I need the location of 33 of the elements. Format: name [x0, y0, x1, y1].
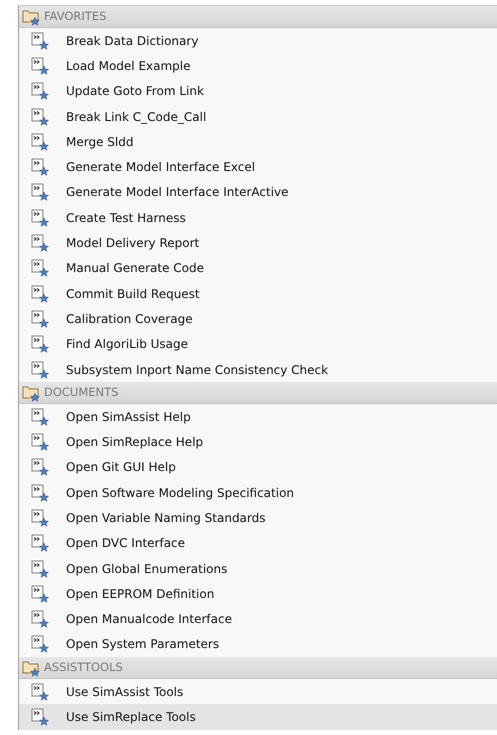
folder-star-icon	[22, 658, 41, 677]
command-star-icon	[31, 408, 49, 426]
command-star-icon	[31, 484, 49, 502]
command-star-icon	[31, 433, 49, 452]
command-star-icon	[31, 610, 49, 628]
command-star-icon	[31, 32, 49, 50]
command-star-icon	[31, 284, 49, 303]
command-star-icon	[31, 635, 49, 654]
command-star-icon	[31, 234, 49, 252]
command-star-icon	[31, 360, 49, 378]
menu-item[interactable]: Use SimReplace Tools	[19, 704, 497, 730]
command-star-icon	[31, 208, 49, 227]
command-star-icon	[31, 183, 49, 202]
command-star-icon	[31, 158, 49, 176]
section-title: ASSISTTOOLS	[44, 659, 123, 676]
command-star-icon	[31, 108, 49, 126]
command-star-icon	[31, 82, 49, 100]
section-title: FAVORITES	[44, 8, 106, 25]
command-star-icon	[31, 584, 49, 603]
command-star-icon	[31, 132, 49, 151]
command-star-icon	[31, 335, 49, 354]
command-star-icon	[31, 56, 49, 75]
folder-star-icon	[22, 8, 41, 26]
command-star-icon	[31, 708, 49, 726]
command-star-icon	[31, 682, 49, 701]
command-star-icon	[31, 508, 49, 527]
section-title: DOCUMENTS	[44, 384, 118, 402]
command-star-icon	[31, 560, 49, 578]
command-star-icon	[31, 310, 49, 328]
command-star-icon	[31, 534, 49, 552]
command-star-icon	[31, 259, 49, 278]
command-star-icon	[31, 458, 49, 476]
folder-star-icon	[22, 384, 41, 402]
